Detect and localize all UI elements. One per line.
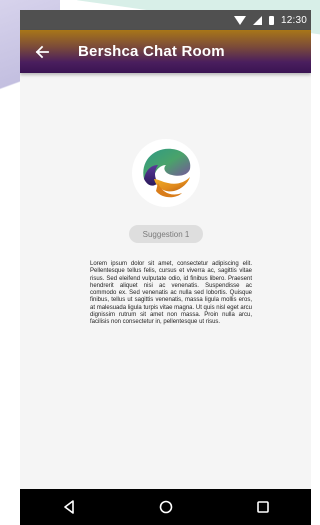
navigation-bar [20,489,311,525]
status-bar: 12:30 [20,10,311,30]
back-triangle-icon [63,500,74,514]
phone-screen: 12:30 Bershca Chat Room Suggestion 1 Lor… [20,10,311,525]
nav-recents-button[interactable] [243,489,283,525]
wifi-icon [233,15,246,25]
nav-home-button[interactable] [146,489,186,525]
message-body: Lorem ipsum dolor sit amet, consectetur … [90,261,252,326]
app-bar: Bershca Chat Room [20,30,311,73]
signal-icon [252,15,262,25]
suggestion-chip[interactable]: Suggestion 1 [129,225,203,243]
recents-square-icon [256,501,269,513]
home-circle-icon [159,500,172,514]
status-time: 12:30 [280,14,307,26]
back-button[interactable] [20,30,64,73]
arrow-left-icon [35,45,49,58]
nav-back-button[interactable] [49,489,89,525]
chat-logo [132,139,200,207]
chat-content: Suggestion 1 Lorem ipsum dolor sit amet,… [20,73,311,489]
page-title: Bershca Chat Room [78,43,225,60]
battery-icon [268,15,274,25]
chat-swirl-logo-icon [143,148,191,198]
